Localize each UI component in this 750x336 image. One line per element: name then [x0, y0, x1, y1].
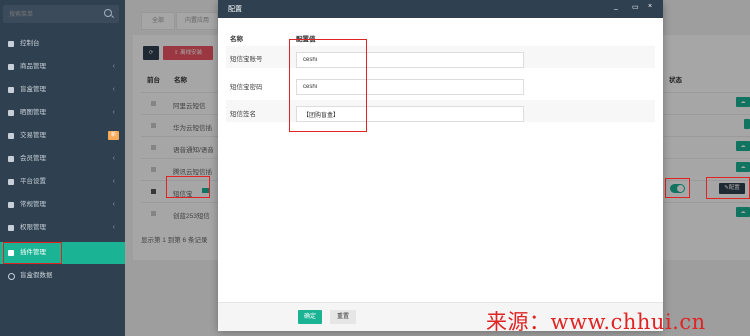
sidebar-item-label: 控制台: [20, 40, 40, 47]
modal-header: 配置 _ ▭ ×: [218, 0, 663, 18]
sidebar-item-trades[interactable]: 交易管理 新: [0, 125, 125, 147]
watermark: 来源：www.chhui.cn: [486, 310, 706, 334]
sidebar-item-general[interactable]: 常规管理 ‹: [0, 194, 125, 216]
column-header-name: 名称: [230, 36, 243, 43]
field-label-signature: 短信签名: [230, 111, 256, 118]
field-label-account: 短信宝账号: [230, 56, 263, 63]
sidebar-item-label: 权限管理: [20, 224, 46, 231]
sidebar-search-input[interactable]: [3, 5, 106, 25]
confirm-button[interactable]: 确定: [298, 310, 322, 324]
search-icon[interactable]: [104, 9, 112, 17]
sidebar-item-label: 会员管理: [20, 155, 46, 162]
chevron-left-icon: ‹: [112, 86, 115, 93]
image-icon: [8, 110, 14, 116]
annotation-box: [665, 178, 690, 198]
group-icon: [8, 225, 14, 231]
sidebar-item-photos[interactable]: 晒图管理 ‹: [0, 102, 125, 124]
annotation-box: [166, 176, 210, 198]
chevron-left-icon: ‹: [112, 109, 115, 116]
sidebar-item-label: 盲盒管理: [20, 86, 46, 93]
chevron-left-icon: ‹: [112, 63, 115, 70]
sidebar-item-platform-settings[interactable]: 平台设置 ‹: [0, 171, 125, 193]
sidebar-search[interactable]: [3, 5, 119, 25]
chevron-left-icon: ‹: [112, 178, 115, 185]
close-icon[interactable]: ×: [648, 3, 652, 10]
sidebar-item-products[interactable]: 商品管理 ‹: [0, 56, 125, 78]
list-icon: [8, 133, 14, 139]
reset-button[interactable]: 重置: [330, 310, 356, 324]
sidebar-item-label: 晒图管理: [20, 109, 46, 116]
chevron-left-icon: ‹: [112, 201, 115, 208]
sidebar: 控制台 商品管理 ‹ 盲盒管理 ‹ 晒图管理 ‹ 交易管理 新 会员管理 ‹ 平…: [0, 0, 125, 336]
sidebar-item-label: 商品管理: [20, 63, 46, 70]
sidebar-item-permissions[interactable]: 权限管理 ‹: [0, 217, 125, 239]
users-icon: [8, 156, 14, 162]
sidebar-item-label: 平台设置: [20, 178, 46, 185]
minimize-icon[interactable]: _: [614, 3, 618, 10]
gear-icon: [8, 179, 14, 185]
maximize-icon[interactable]: ▭: [632, 3, 639, 11]
dashboard-icon: [8, 41, 14, 47]
config-modal: 配置 _ ▭ × 名称 配置值 短信宝账号 短信宝密码 短信签名 确定 重置: [218, 0, 663, 331]
new-badge: 新: [108, 131, 119, 140]
modal-title: 配置: [228, 6, 242, 13]
shopping-bag-icon: [8, 64, 14, 70]
sidebar-item-dashboard[interactable]: 控制台: [0, 33, 125, 55]
sidebar-item-members[interactable]: 会员管理 ‹: [0, 148, 125, 170]
annotation-box: [3, 242, 62, 264]
chevron-left-icon: ‹: [112, 224, 115, 231]
cogs-icon: [8, 202, 14, 208]
gift-icon: [8, 87, 14, 93]
circle-icon: [8, 273, 15, 280]
sidebar-item-fake-data[interactable]: 盲盒假数据: [0, 265, 125, 287]
chevron-left-icon: ‹: [112, 155, 115, 162]
annotation-box: [289, 39, 367, 132]
annotation-box: [706, 177, 750, 199]
sidebar-item-blindbox[interactable]: 盲盒管理 ‹: [0, 79, 125, 101]
field-label-password: 短信宝密码: [230, 84, 263, 91]
sidebar-item-label: 交易管理: [20, 132, 46, 139]
sidebar-item-label: 常规管理: [20, 201, 46, 208]
sidebar-item-label: 盲盒假数据: [20, 272, 53, 279]
